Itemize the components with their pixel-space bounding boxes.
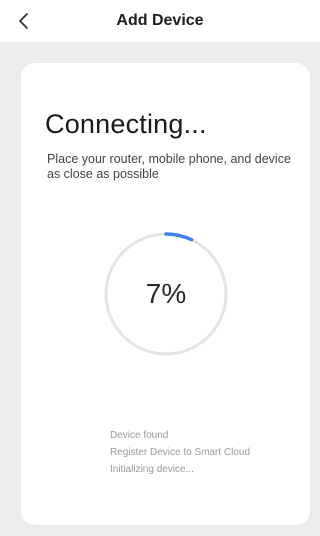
top-bar: Add Device [0,0,320,42]
progress-percentage: 7% [145,278,187,309]
status-step-device-found: Device found [110,430,169,441]
page-title: Add Device [116,12,204,29]
connection-card: Connecting... Place your router, mobile … [21,63,310,525]
status-step-register-cloud: Register Device to Smart Cloud [110,447,251,458]
placement-hint: Place your router, mobile phone, and dev… [47,152,291,181]
connecting-heading: Connecting... [45,109,207,139]
progress-ring: 7% [103,231,229,357]
status-steps: Device found Register Device to Smart Cl… [110,427,250,478]
status-step-initializing: Initializing device... [110,464,194,475]
